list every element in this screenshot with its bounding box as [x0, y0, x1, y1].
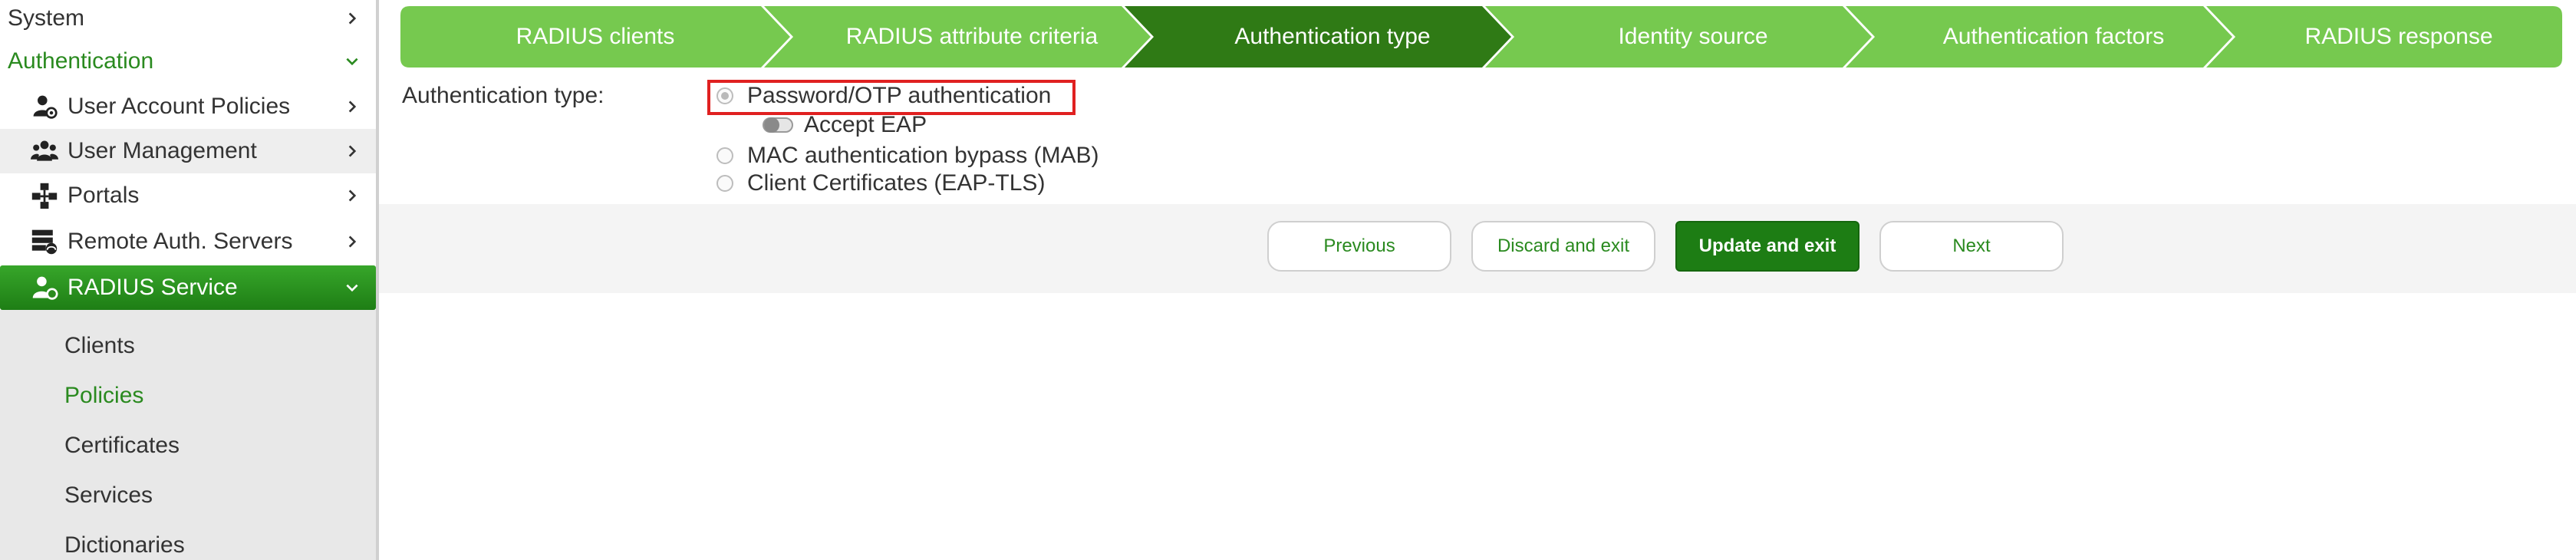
next-button[interactable]: Next — [1879, 221, 2064, 272]
discard-and-exit-button[interactable]: Discard and exit — [1471, 221, 1655, 272]
chevron-down-icon — [346, 58, 358, 66]
authentication-type-label: Authentication type: — [402, 83, 604, 108]
sidebar-item-user-management[interactable]: User Management — [0, 129, 376, 173]
step-authentication-type[interactable]: Authentication type — [1154, 6, 1511, 68]
portals-icon — [29, 180, 60, 211]
step-radius-clients[interactable]: RADIUS clients — [400, 6, 790, 68]
option-eap-tls[interactable]: Client Certificates (EAP-TLS) — [716, 170, 1045, 196]
sidebar-item-portals[interactable]: Portals — [0, 173, 376, 218]
sidebar-item-user-account-policies[interactable]: User Account Policies — [0, 84, 376, 129]
sidebar-item-label: System — [8, 5, 85, 31]
sidebar-item-label: Authentication — [8, 48, 154, 74]
step-authentication-factors[interactable]: Authentication factors — [1875, 6, 2232, 68]
submenu-item-services[interactable]: Services — [64, 483, 153, 509]
sidebar-item-label: User Account Policies — [68, 94, 291, 119]
users-icon — [29, 136, 60, 166]
chevron-right-icon — [348, 12, 357, 25]
chevron-right-icon — [348, 100, 357, 113]
radio-mab[interactable] — [716, 147, 733, 164]
accept-eap-label: Accept EAP — [804, 112, 927, 137]
submenu-item-dictionaries[interactable]: Dictionaries — [64, 532, 185, 558]
sidebar: System Authentication User Account Polic… — [0, 0, 379, 560]
chevron-right-icon — [348, 189, 357, 202]
accept-eap-toggle[interactable] — [763, 117, 793, 133]
submenu-item-clients[interactable]: Clients — [64, 333, 135, 359]
sidebar-item-system[interactable]: System — [0, 0, 376, 37]
sidebar-item-authentication[interactable]: Authentication — [0, 43, 376, 80]
sidebar-item-label: RADIUS Service — [68, 275, 238, 300]
previous-button[interactable]: Previous — [1267, 221, 1451, 272]
sidebar-item-radius-service[interactable]: RADIUS Service — [0, 265, 376, 310]
update-and-exit-button[interactable]: Update and exit — [1675, 221, 1860, 272]
radio-eap-tls[interactable] — [716, 175, 733, 192]
option-mab[interactable]: MAC authentication bypass (MAB) — [716, 143, 1099, 169]
user-policy-icon — [29, 91, 60, 122]
submenu-item-certificates[interactable]: Certificates — [64, 433, 180, 459]
chevron-down-icon — [346, 284, 358, 292]
sidebar-item-label: User Management — [68, 138, 257, 163]
remote-servers-icon — [29, 226, 60, 257]
sidebar-item-remote-auth-servers[interactable]: Remote Auth. Servers — [0, 219, 376, 264]
option-label: Client Certificates (EAP-TLS) — [747, 170, 1046, 196]
highlight-box — [707, 80, 1076, 115]
option-label: MAC authentication bypass (MAB) — [747, 143, 1099, 168]
chevron-right-icon — [348, 236, 357, 248]
sidebar-item-label: Portals — [68, 183, 140, 208]
submenu-item-policies[interactable]: Policies — [64, 383, 143, 409]
sidebar-item-label: Remote Auth. Servers — [68, 229, 293, 254]
chevron-right-icon — [348, 145, 357, 157]
step-identity-source[interactable]: Identity source — [1514, 6, 1872, 68]
radius-submenu: Clients Policies Certificates Services D… — [0, 310, 376, 560]
button-bar: Previous Discard and exit Update and exi… — [379, 204, 2576, 293]
accept-eap-toggle-row[interactable]: Accept EAP — [763, 112, 927, 138]
step-radius-response[interactable]: RADIUS response — [2235, 6, 2562, 68]
toggle-knob — [764, 117, 779, 133]
wizard-steps: RADIUS clients RADIUS attribute criteria… — [400, 6, 2562, 68]
radius-icon — [29, 272, 60, 303]
step-radius-attribute-criteria[interactable]: RADIUS attribute criteria — [793, 6, 1151, 68]
